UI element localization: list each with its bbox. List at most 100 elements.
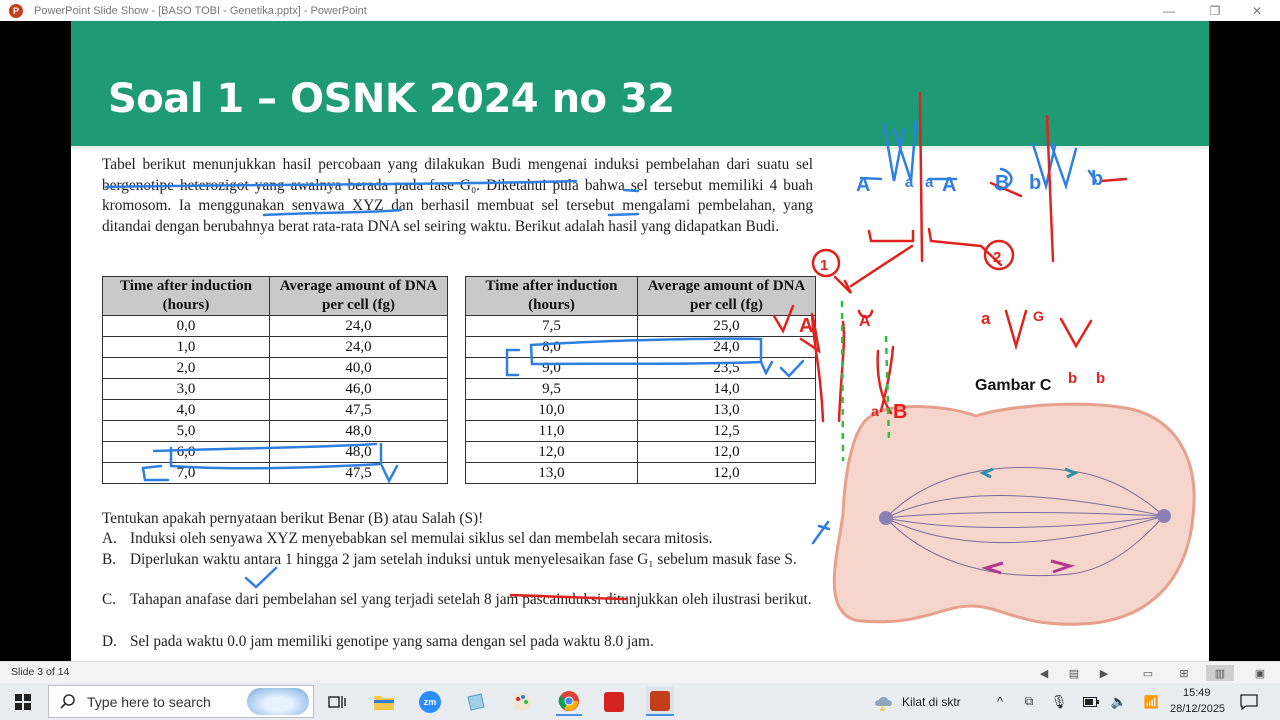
time-cell: 0,0 [102,315,270,337]
dna-amount-cell: 40,0 [269,357,448,379]
task-view-icon[interactable] [326,687,348,716]
option-letter: B. [102,551,117,568]
volume-icon[interactable]: 🔈 [1110,687,1128,716]
microphone-icon[interactable]: 🎙 [1050,687,1068,716]
slideshow-view-icon[interactable]: ▣ [1252,665,1268,681]
close-button[interactable]: ✕ [1234,0,1280,21]
search-icon [60,693,75,709]
dna-amount-cell: 24,0 [637,336,816,358]
table-row: 9,5 14,0 [465,378,816,400]
slide[interactable]: Soal 1 – OSNK 2024 no 32 Tabel berikut m… [71,21,1209,661]
previous-slide-icon[interactable]: ◀ [1036,665,1052,681]
window-title: PowerPoint Slide Show - [BASO TOBI - Gen… [34,4,367,17]
option-c: C. Tahapan anafase dari pembelahan sel y… [102,590,813,611]
option-text: Sel pada waktu 0.0 jam memiliki genotipe… [130,633,654,650]
clock-date[interactable]: 28/12/2025 [1170,703,1225,715]
windows-logo-icon [15,693,31,710]
time-cell: 8,0 [465,336,638,358]
battery-icon[interactable] [1082,687,1100,716]
wifi-icon[interactable]: 📶 [1142,687,1160,716]
option-a: A. Induksi oleh senyawa XYZ menyebabkan … [102,529,813,550]
file-explorer-icon[interactable] [372,687,396,716]
powerpoint-taskbar-icon[interactable] [646,687,674,716]
zoom-icon[interactable]: zm [418,687,442,716]
table-row: 3,0 46,0 [102,378,448,400]
allele-label: b [1029,172,1041,194]
chromosome [1064,467,1079,479]
powerpoint-icon: P [9,3,23,18]
dna-amount-cell: 14,0 [637,378,816,400]
clock-time[interactable]: 15:49 [1183,687,1211,699]
notifications-icon[interactable] [1238,687,1260,716]
spindle-fibers [885,467,1165,577]
time-cell: 13,0 [465,462,638,484]
time-cell: 7,0 [102,462,270,484]
slide-title: Soal 1 – OSNK 2024 no 32 [108,76,675,122]
time-cell: 9,5 [465,378,638,400]
dna-amount-cell: 48,0 [269,441,448,463]
chrome-icon[interactable] [556,687,582,716]
taskbar: Type here to search zm Kilat di sktr ^ ⧉… [0,683,1280,720]
table-row: 11,0 12,5 [465,420,816,442]
dna-table-left: Time after induction (hours) Average amo… [102,276,448,484]
chromosome [1050,559,1076,574]
circled-number: 1 [820,257,828,274]
allele-label: A [856,174,870,196]
option-text: Induksi oleh senyawa XYZ menyebabkan sel… [130,530,713,547]
search-placeholder: Type here to search [87,693,211,710]
taskbar-search-box[interactable]: Type here to search [48,685,314,718]
chromosome [979,467,994,479]
reading-view-icon[interactable]: ▥ [1206,665,1234,681]
weather-text[interactable]: Kilat di sktr [902,695,961,709]
next-slide-icon[interactable]: ▶ [1096,665,1112,681]
option-letter: C. [102,591,117,608]
table-row: 9,0 23,5 [465,357,816,379]
cell-membrane [832,402,1196,626]
table-row: 12,0 12,0 [465,441,816,463]
paper-app-icon[interactable] [464,687,488,716]
option-d: D. Sel pada waktu 0.0 jam memiliki genot… [102,632,813,653]
figure-label: Gambar C [975,377,1052,394]
dna-amount-cell: 47,5 [269,462,448,484]
meet-now-icon[interactable]: ⧉ [1020,687,1038,716]
time-cell: 9,0 [465,357,638,379]
time-cell: 4,0 [102,399,270,421]
allele-label: a [981,309,991,328]
time-cell: 10,0 [465,399,638,421]
restore-button[interactable]: ❐ [1192,0,1238,21]
allele-label: A [942,174,956,196]
dna-table-right: Time after induction (hours) Average amo… [465,276,816,484]
allele-label: G [1033,308,1044,324]
table-header-time: Time after induction (hours) [465,276,638,316]
table-row: 10,0 13,0 [465,399,816,421]
table-row: 1,0 24,0 [102,336,448,358]
slide-number: Slide 3 of 14 [11,666,70,678]
weather-icon[interactable] [872,687,896,716]
option-letter: D. [102,633,117,650]
time-cell: 1,0 [102,336,270,358]
centrosome-left [879,511,893,525]
normal-view-icon[interactable]: ▭ [1140,665,1156,681]
table-header-dna: Average amount of DNA per cell (fg) [637,276,816,316]
acrobat-icon[interactable] [602,687,626,716]
table-row: 8,0 24,0 [465,336,816,358]
dna-amount-cell: 46,0 [269,378,448,400]
slide-sorter-icon[interactable]: ⊞ [1176,665,1192,681]
banner-divider [71,146,1209,149]
time-cell: 12,0 [465,441,638,463]
start-button[interactable] [8,687,38,716]
show-hidden-icons-icon[interactable]: ^ [992,687,1008,716]
menu-icon[interactable]: ▤ [1066,665,1082,681]
table-row: 7,5 25,0 [465,315,816,337]
allele-label: b [1096,370,1105,387]
paint-app-icon[interactable] [510,687,534,716]
option-letter: A. [102,530,117,547]
dna-amount-cell: 48,0 [269,420,448,442]
circled-number: 2 [993,249,1001,266]
chromosome [980,561,1004,575]
dna-amount-cell: 12,0 [637,462,816,484]
minimize-button[interactable]: — [1146,0,1192,21]
dna-amount-cell: 24,0 [269,315,448,337]
time-cell: 2,0 [102,357,270,379]
search-highlight-image [247,688,309,715]
